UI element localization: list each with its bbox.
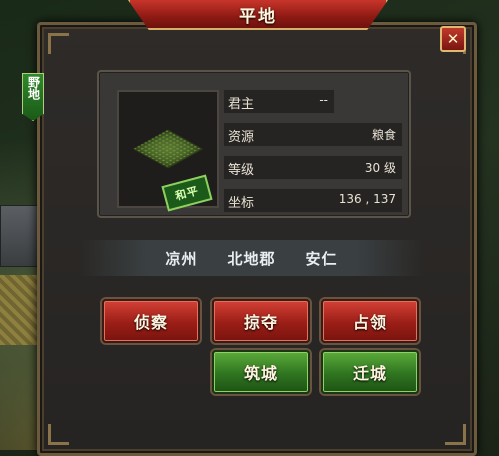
title-banner: 平地 [128, 0, 388, 30]
level-row: 等级 30 级 [223, 155, 403, 180]
lord-label: 君主 [228, 97, 255, 112]
province-name: 凉州 [165, 249, 198, 268]
county-name: 安仁 [305, 249, 338, 268]
relocate-city-button[interactable]: 迁城 [321, 350, 419, 394]
coords-row: 坐标 136 , 137 [223, 188, 403, 213]
frame-corner [48, 33, 69, 54]
info-panel: 君主 -- 资源 粮食 等级 30 级 坐标 136 , 137 [97, 70, 411, 218]
coords-label: 坐标 [228, 196, 255, 211]
scout-button[interactable]: 侦察 [102, 299, 200, 343]
frame-corner [48, 424, 69, 445]
lord-value: -- [319, 93, 328, 107]
level-label: 等级 [228, 163, 255, 178]
occupy-button[interactable]: 占领 [321, 299, 419, 343]
resource-value: 粮食 [371, 128, 396, 142]
peace-status-text: 和平 [173, 184, 201, 203]
lord-row: 君主 -- [223, 89, 335, 114]
location-strip: 凉州 北地郡 安仁 [79, 240, 424, 276]
tile-type-tag: 野地 [22, 73, 44, 121]
tile-type-text: 野地 [26, 76, 41, 100]
resource-row: 资源 粮食 [223, 122, 403, 147]
window-title: 平地 [239, 6, 277, 27]
close-icon: ✕ [446, 30, 460, 48]
build-city-button[interactable]: 筑城 [212, 350, 310, 394]
info-rows: 君主 -- 资源 粮食 等级 30 级 坐标 136 , 137 [223, 89, 403, 221]
close-button[interactable]: ✕ [440, 26, 466, 52]
commandery-name: 北地郡 [227, 249, 276, 268]
level-value: 30 级 [364, 161, 396, 175]
plunder-button[interactable]: 掠夺 [212, 299, 310, 343]
coords-value: 136 , 137 [338, 192, 396, 206]
grass-tile-icon [131, 124, 204, 170]
resource-label: 资源 [228, 130, 255, 145]
frame-corner [445, 424, 466, 445]
